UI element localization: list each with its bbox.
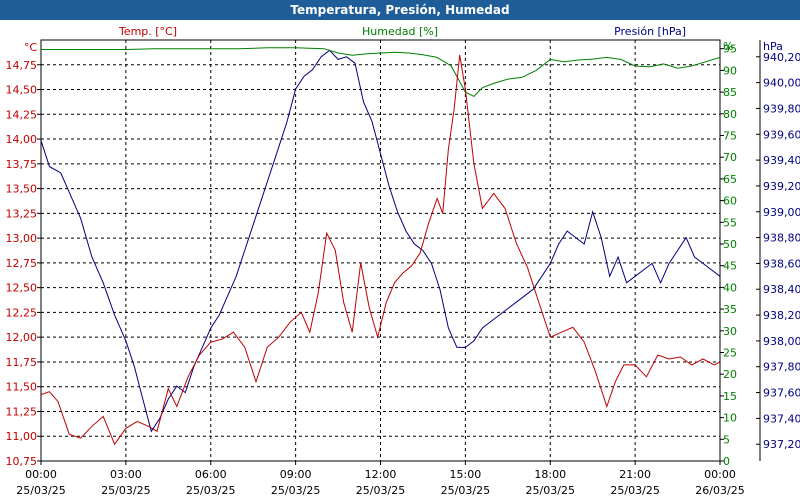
x-tick-time-label: 21:00 bbox=[619, 468, 651, 481]
temperature-tick-label: 11,00 bbox=[6, 430, 38, 443]
pressure-tick-label: 937,20 bbox=[763, 438, 800, 451]
x-tick-date-label: 25/03/25 bbox=[441, 484, 490, 497]
humidity-tick-label: 10 bbox=[723, 412, 737, 425]
x-tick-date-label: 25/03/25 bbox=[356, 484, 405, 497]
x-tick-date-label: 26/03/25 bbox=[695, 484, 744, 497]
humidity-tick-label: 25 bbox=[723, 346, 737, 359]
humidity-tick-label: 65 bbox=[723, 173, 737, 186]
pressure-tick-label: 938,00 bbox=[763, 335, 800, 348]
humidity-tick-label: 80 bbox=[723, 108, 737, 121]
pressure-tick-label: 939,60 bbox=[763, 128, 800, 141]
x-tick-date-label: 25/03/25 bbox=[526, 484, 575, 497]
x-tick-date-label: 25/03/25 bbox=[271, 484, 320, 497]
x-tick-time-label: 18:00 bbox=[534, 468, 566, 481]
humidity-tick-label: 70 bbox=[723, 151, 737, 164]
pressure-tick-label: 940,00 bbox=[763, 77, 800, 90]
temperature-tick-label: 11,25 bbox=[6, 405, 38, 418]
pressure-tick-label: 938,20 bbox=[763, 309, 800, 322]
temperature-tick-label: 14,00 bbox=[6, 133, 38, 146]
humidity-tick-label: 35 bbox=[723, 303, 737, 316]
humidity-tick-label: 60 bbox=[723, 195, 737, 208]
humidity-axis-title: Humedad [%] bbox=[362, 25, 438, 38]
humidity-tick-label: 20 bbox=[723, 368, 737, 381]
pressure-tick-label: 939,20 bbox=[763, 180, 800, 193]
pressure-tick-label: 939,40 bbox=[763, 154, 800, 167]
x-tick-time-label: 00:00 bbox=[704, 468, 736, 481]
pressure-tick-label: 938,40 bbox=[763, 283, 800, 296]
x-tick-time-label: 15:00 bbox=[450, 468, 482, 481]
temperature-tick-label: 13,75 bbox=[6, 158, 38, 171]
chart-svg: 00:00 25/03/25 03:00 25/03/25 06:00 25/03/25 0… bbox=[6, 25, 800, 497]
temperature-tick-label: 13,00 bbox=[6, 232, 38, 245]
pressure-tick-label: 939,00 bbox=[763, 206, 800, 219]
humidity-tick-label: 75 bbox=[723, 129, 737, 142]
humidity-tick-label: 45 bbox=[723, 260, 737, 273]
humidity-tick-label: 5 bbox=[723, 433, 730, 446]
x-tick-date-label: 25/03/25 bbox=[186, 484, 235, 497]
x-tick-date-label: 25/03/25 bbox=[16, 484, 65, 497]
temperature-tick-label: 12,25 bbox=[6, 306, 38, 319]
temperature-tick-label: 14,75 bbox=[6, 59, 38, 72]
temperature-tick-label: 12,00 bbox=[6, 331, 38, 344]
temperature-tick-label: 13,25 bbox=[6, 207, 38, 220]
humidity-tick-label: 40 bbox=[723, 281, 737, 294]
x-tick-date-label: 25/03/25 bbox=[101, 484, 150, 497]
humidity-tick-label: 15 bbox=[723, 390, 737, 403]
pressure-tick-label: 938,60 bbox=[763, 257, 800, 270]
x-tick-time-label: 03:00 bbox=[110, 468, 142, 481]
pressure-axis-title: Presión [hPa] bbox=[614, 25, 686, 38]
x-tick-time-label: 00:00 bbox=[25, 468, 57, 481]
temperature-tick-label: 14,25 bbox=[6, 108, 38, 121]
temperature-tick-label: 11,75 bbox=[6, 356, 38, 369]
temperature-unit-label: °C bbox=[24, 41, 38, 54]
temperature-axis-title: Temp. [°C] bbox=[118, 25, 177, 38]
pressure-unit-label: hPa bbox=[763, 40, 783, 53]
temperature-tick-label: 13,50 bbox=[6, 183, 38, 196]
pressure-tick-label: 939,80 bbox=[763, 102, 800, 115]
humidity-tick-label: 50 bbox=[723, 238, 737, 251]
x-tick-time-label: 06:00 bbox=[195, 468, 227, 481]
x-tick-date-label: 25/03/25 bbox=[610, 484, 659, 497]
humidity-tick-label: 55 bbox=[723, 216, 737, 229]
temperature-tick-label: 12,50 bbox=[6, 282, 38, 295]
humidity-tick-label: 30 bbox=[723, 325, 737, 338]
pressure-tick-label: 938,80 bbox=[763, 232, 800, 245]
temperature-tick-label: 10,75 bbox=[6, 455, 38, 468]
temperature-tick-label: 11,50 bbox=[6, 381, 38, 394]
humidity-tick-label: 85 bbox=[723, 86, 737, 99]
humidity-tick-label: 90 bbox=[723, 64, 737, 77]
x-tick-time-label: 09:00 bbox=[280, 468, 312, 481]
humidity-unit-label: % bbox=[723, 40, 733, 53]
x-tick-time-label: 12:00 bbox=[365, 468, 397, 481]
pressure-tick-label: 937,60 bbox=[763, 387, 800, 400]
pressure-tick-label: 937,80 bbox=[763, 361, 800, 374]
temperature-tick-label: 14,50 bbox=[6, 84, 38, 97]
humidity-tick-label: 0 bbox=[723, 455, 730, 468]
pressure-tick-label: 937,40 bbox=[763, 412, 800, 425]
temperature-tick-label: 12,75 bbox=[6, 257, 38, 270]
